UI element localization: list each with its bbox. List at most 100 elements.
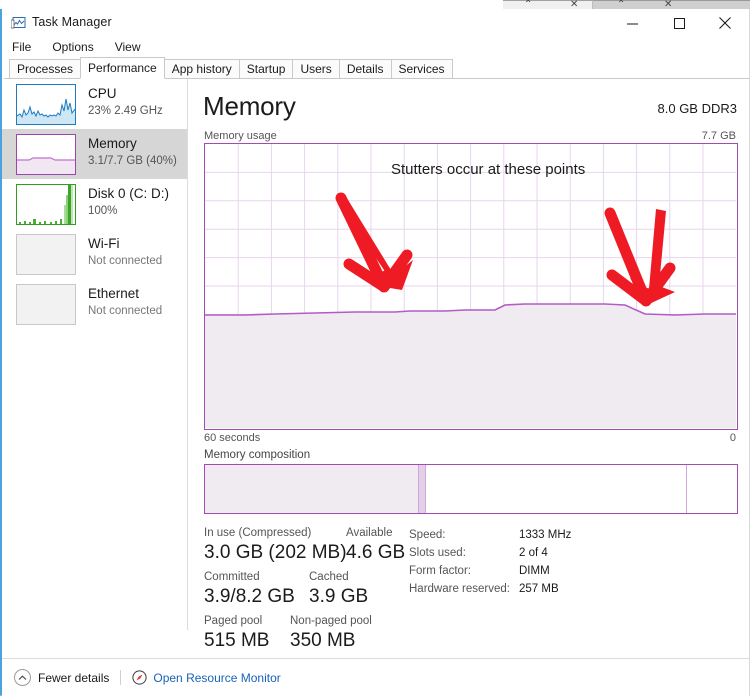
menu-bar: File Options View <box>2 37 749 57</box>
sidebar-item-ethernet-detail: Not connected <box>88 305 163 317</box>
stat-cached: Cached 3.9 GB <box>309 570 368 609</box>
memory-usage-graph[interactable] <box>204 143 738 430</box>
sidebar-item-memory[interactable]: Memory 3.1/7.7 GB (40%) <box>2 129 187 179</box>
disk-thumbnail-graph <box>16 184 76 225</box>
memory-composition-label: Memory composition <box>204 449 311 461</box>
tab-details[interactable]: Details <box>338 59 392 79</box>
sidebar-item-ethernet-label: Ethernet <box>88 286 140 301</box>
sysinfo-hardware-reserved-value: 257 MB <box>519 583 559 595</box>
composition-segment-in-use[interactable] <box>205 465 419 513</box>
footer-bar: Fewer details Open Resource Monitor <box>2 658 749 696</box>
stat-committed-label: Committed <box>204 571 260 583</box>
sysinfo-form-factor-value: DIMM <box>519 565 550 577</box>
sidebar-item-wi-fi[interactable]: Wi-Fi Not connected <box>2 229 187 279</box>
tab-performance[interactable]: Performance <box>80 57 165 79</box>
sidebar-item-disk-0[interactable]: Disk 0 (C: D:) 100% <box>2 179 187 229</box>
stat-non-paged-pool-value: 350 MB <box>290 630 356 651</box>
tab-startup[interactable]: Startup <box>238 59 294 79</box>
memory-composition-bar[interactable] <box>204 464 738 514</box>
task-manager-icon <box>10 16 26 30</box>
performance-sidebar[interactable]: CPU 23% 2.49 GHz Memory 3.1/7.7 GB (40%) <box>2 79 188 630</box>
memory-statistics: In use (Compressed) 3.0 GB (202 MB) Avai… <box>204 526 744 651</box>
window-title: Task Manager <box>32 15 112 29</box>
sidebar-item-disk-0-detail: 100% <box>88 205 118 217</box>
memory-usage-max: 7.7 GB <box>701 130 736 142</box>
sysinfo-row-slots-used: Slots used: 2 of 4 <box>409 544 639 562</box>
stat-available: Available 4.6 GB <box>346 526 405 565</box>
wifi-thumbnail-graph <box>16 234 76 275</box>
memory-usage-plot <box>205 303 736 428</box>
tab-services[interactable]: Services <box>390 59 453 79</box>
stat-paged-pool-label: Paged pool <box>204 615 263 627</box>
bg2-close-icon[interactable]: ✕ <box>664 0 672 10</box>
stat-cached-value: 3.9 GB <box>309 586 369 607</box>
background-window-strip: ⌃ ✕ ⌃ ✕ <box>0 0 750 10</box>
sidebar-item-wi-fi-detail: Not connected <box>88 255 163 267</box>
tab-strip: Processes Performance App history Startu… <box>4 57 749 79</box>
sysinfo-slots-used-value: 2 of 4 <box>519 547 548 559</box>
sidebar-item-wi-fi-label: Wi-Fi <box>88 236 120 251</box>
graph-x-axis-right-label: 0 <box>729 432 736 444</box>
fewer-details-button[interactable]: Fewer details <box>14 669 109 686</box>
tab-users[interactable]: Users <box>292 59 340 79</box>
sidebar-item-ethernet[interactable]: Ethernet Not connected <box>2 279 187 329</box>
sysinfo-speed-key: Speed: <box>409 529 446 541</box>
resource-monitor-icon <box>132 670 147 685</box>
stat-paged-pool-value: 515 MB <box>204 630 270 651</box>
stat-non-paged-pool-label: Non-paged pool <box>290 615 372 627</box>
open-resource-monitor-label: Open Resource Monitor <box>153 670 281 685</box>
graph-x-axis-left-label: 60 seconds <box>204 432 261 444</box>
stat-committed: Committed 3.9/8.2 GB <box>204 570 295 609</box>
open-resource-monitor-link[interactable]: Open Resource Monitor <box>132 670 281 685</box>
stat-in-use-label: In use (Compressed) <box>204 527 312 539</box>
stutter-annotation-text: Stutters occur at these points <box>391 161 586 178</box>
fewer-details-label: Fewer details <box>38 670 110 685</box>
sidebar-item-memory-label: Memory <box>88 136 137 151</box>
sysinfo-slots-used-key: Slots used: <box>409 547 466 559</box>
bg-minimize-icon[interactable]: ⌃ <box>524 0 532 10</box>
title-bar[interactable]: Task Manager <box>2 9 749 37</box>
content-area: CPU 23% 2.49 GHz Memory 3.1/7.7 GB (40%) <box>2 79 749 696</box>
memory-type-label: 8.0 GB DDR3 <box>657 101 737 116</box>
sysinfo-row-form-factor: Form factor: DIMM <box>409 562 639 580</box>
stat-available-label: Available <box>346 527 393 539</box>
stat-available-value: 4.6 GB <box>346 542 406 563</box>
close-button[interactable] <box>702 9 747 37</box>
sidebar-item-cpu-label: CPU <box>88 86 117 101</box>
stat-cached-label: Cached <box>309 571 349 583</box>
footer-separator <box>120 670 122 685</box>
sysinfo-hardware-reserved-key: Hardware reserved: <box>409 583 510 595</box>
menu-item-file[interactable]: File <box>10 39 41 55</box>
cpu-thumbnail-graph <box>16 84 76 125</box>
sysinfo-speed-value: 1333 MHz <box>519 529 572 541</box>
stat-paged-pool: Paged pool 515 MB <box>204 614 269 653</box>
sysinfo-row-hardware-reserved: Hardware reserved: 257 MB <box>409 580 639 598</box>
stat-committed-value: 3.9/8.2 GB <box>204 586 295 607</box>
memory-usage-label: Memory usage <box>204 130 277 142</box>
page-title: Memory <box>203 91 296 121</box>
sidebar-item-cpu-detail: 23% 2.49 GHz <box>88 105 163 117</box>
bg2-minimize-icon[interactable]: ⌃ <box>617 0 625 10</box>
bg-close-icon[interactable]: ✕ <box>570 0 578 10</box>
sysinfo-form-factor-key: Form factor: <box>409 565 471 577</box>
sidebar-item-cpu[interactable]: CPU 23% 2.49 GHz <box>2 79 187 129</box>
task-manager-window: Task Manager File Options View Processes… <box>0 9 750 696</box>
stat-in-use: In use (Compressed) 3.0 GB (202 MB) <box>204 526 347 565</box>
sidebar-item-memory-detail: 3.1/7.7 GB (40%) <box>88 155 177 167</box>
composition-segment-free[interactable] <box>687 465 737 513</box>
ethernet-thumbnail-graph <box>16 284 76 325</box>
minimize-button[interactable] <box>610 9 655 37</box>
menu-item-options[interactable]: Options <box>50 39 103 55</box>
tab-app-history[interactable]: App history <box>163 59 240 79</box>
chevron-up-icon <box>14 669 31 686</box>
stat-in-use-value: 3.0 GB (202 MB) <box>204 542 347 563</box>
composition-segment-standby[interactable] <box>426 465 687 513</box>
maximize-button[interactable] <box>657 9 702 37</box>
sidebar-item-disk-0-label: Disk 0 (C: D:) <box>88 186 169 201</box>
tab-processes[interactable]: Processes <box>9 59 82 79</box>
stat-non-paged-pool: Non-paged pool 350 MB <box>290 614 372 653</box>
memory-thumbnail-graph <box>16 134 76 175</box>
menu-item-view[interactable]: View <box>113 39 151 55</box>
system-memory-info: Speed: 1333 MHz Slots used: 2 of 4 Form … <box>409 526 639 598</box>
memory-detail-panel: Memory 8.0 GB DDR3 Memory usage 7.7 GB 6… <box>189 79 749 651</box>
